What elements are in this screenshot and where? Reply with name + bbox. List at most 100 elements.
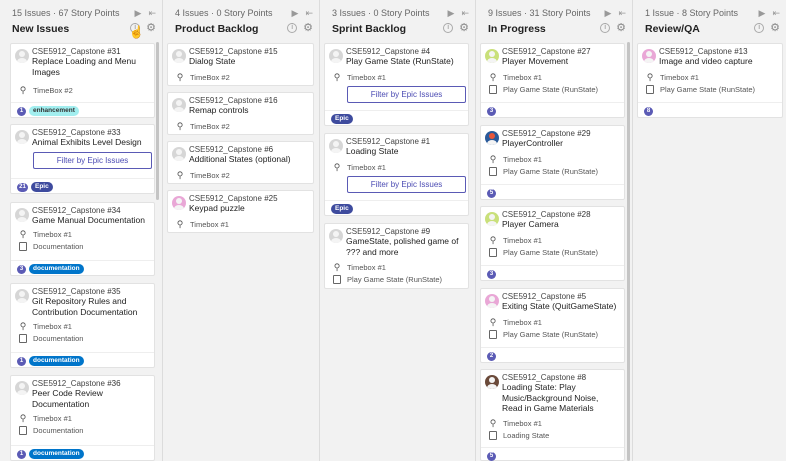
label-documentation[interactable]: documentation <box>29 264 84 274</box>
issue-number[interactable]: #31 <box>107 47 120 56</box>
issue-number[interactable]: #13 <box>734 47 747 56</box>
epic-name[interactable]: Documentation <box>33 426 83 435</box>
epic-name[interactable]: Play Game State (RunState) <box>503 85 598 94</box>
issue-card[interactable]: CSE5912_Capstone #1 Loading State ⚲ Timeb… <box>324 133 469 216</box>
epic-name[interactable]: Play Game State (RunState) <box>503 330 598 339</box>
issue-card[interactable]: CSE5912_Capstone #5 Exiting State (QuitG… <box>480 288 625 363</box>
issue-card[interactable]: CSE5912_Capstone #27 Player Movement ⚲ Ti… <box>480 43 625 118</box>
issue-title[interactable]: Game Manual Documentation <box>32 215 150 226</box>
issue-card[interactable]: CSE5912_Capstone #28 Player Camera ⚲ Time… <box>480 206 625 281</box>
issue-number[interactable]: #8 <box>577 373 586 382</box>
issue-card[interactable]: CSE5912_Capstone #13 Image and video cap… <box>637 43 783 118</box>
gear-icon[interactable]: ⚙ <box>146 23 156 34</box>
issue-title[interactable]: Replace Loading and Menu Images <box>32 56 150 77</box>
issue-number[interactable]: #5 <box>577 292 586 301</box>
label-epic[interactable]: Epic <box>31 182 53 192</box>
issue-card[interactable]: CSE5912_Capstone #29 PlayerController ⚲ T… <box>480 125 625 200</box>
issue-title[interactable]: Additional States (optional) <box>189 154 309 165</box>
issue-card[interactable]: CSE5912_Capstone #16 Remap controls ⚲ Tim… <box>167 92 314 135</box>
issue-card[interactable]: CSE5912_Capstone #9 GameState, polished … <box>324 223 469 289</box>
gear-icon[interactable]: ⚙ <box>616 23 626 34</box>
epic-name[interactable]: Play Game State (RunState) <box>347 275 442 284</box>
milestone: Timebox #1 <box>660 73 699 82</box>
issue-number[interactable]: #6 <box>264 145 273 154</box>
issue-title[interactable]: Keypad puzzle <box>189 203 309 214</box>
epic-name[interactable]: Play Game State (RunState) <box>503 167 598 176</box>
issue-card[interactable]: CSE5912_Capstone #6 Additional States (o… <box>167 141 314 184</box>
issue-number[interactable]: #15 <box>264 47 277 56</box>
issue-card[interactable]: CSE5912_Capstone #8 Loading State: Play … <box>480 369 625 461</box>
move-right-icon[interactable]: ▶ <box>292 8 299 18</box>
issue-title[interactable]: Loading State <box>346 146 464 157</box>
issue-title[interactable]: Image and video capture <box>659 56 778 67</box>
filter-by-epic-button[interactable]: Filter by Epic Issues <box>347 86 466 103</box>
epic-name[interactable]: Play Game State (RunState) <box>503 248 598 257</box>
issue-card[interactable]: CSE5912_Capstone #34 Game Manual Documen… <box>10 202 155 276</box>
info-icon[interactable]: i <box>600 23 611 33</box>
issue-number[interactable]: #27 <box>577 47 590 56</box>
issue-number[interactable]: #36 <box>107 379 120 388</box>
issue-card[interactable]: CSE5912_Capstone #4 Play Game State (Run… <box>324 43 469 126</box>
gear-icon[interactable]: ⚙ <box>459 23 469 34</box>
issue-number[interactable]: #4 <box>421 47 430 56</box>
issue-title[interactable]: Player Camera <box>502 219 620 230</box>
issue-number[interactable]: #28 <box>577 210 590 219</box>
issue-title[interactable]: Dialog State <box>189 56 309 67</box>
label-epic[interactable]: Epic <box>331 204 353 214</box>
collapse-icon[interactable]: ⇤ <box>618 8 626 18</box>
issue-number[interactable]: #35 <box>107 287 120 296</box>
issue-title[interactable]: Player Movement <box>502 56 620 67</box>
milestone: Timebox #1 <box>347 73 386 82</box>
issue-title[interactable]: GameState, polished game of ??? and more <box>346 236 464 257</box>
label-documentation[interactable]: documentation <box>29 356 84 366</box>
issue-title[interactable]: Animal Exhibits Level Design <box>32 137 150 148</box>
issue-title[interactable]: Peer Code Review Documentation <box>32 388 150 409</box>
info-icon[interactable]: i <box>443 23 454 33</box>
gear-icon[interactable]: ⚙ <box>303 23 313 34</box>
issue-number[interactable]: #16 <box>264 96 277 105</box>
filter-by-epic-button[interactable]: Filter by Epic Issues <box>33 152 152 169</box>
issue-number[interactable]: #9 <box>421 227 430 236</box>
collapse-icon[interactable]: ⇤ <box>461 8 469 18</box>
label-enhancement[interactable]: enhancement <box>29 106 79 116</box>
move-right-icon[interactable]: ▶ <box>605 8 612 18</box>
issue-title[interactable]: Remap controls <box>189 105 309 116</box>
issue-title[interactable]: Git Repository Rules and Contribution Do… <box>32 296 150 317</box>
epic-name[interactable]: Loading State <box>503 431 549 440</box>
scrollbar[interactable] <box>156 42 159 200</box>
issue-card[interactable]: CSE5912_Capstone #25 Keypad puzzle ⚲ Time… <box>167 190 314 233</box>
issue-card[interactable]: CSE5912_Capstone #33 Animal Exhibits Lev… <box>10 124 155 194</box>
epic-name[interactable]: Documentation <box>33 334 83 343</box>
info-icon[interactable]: i <box>287 23 298 33</box>
label-documentation[interactable]: documentation <box>29 449 84 459</box>
issue-number[interactable]: #1 <box>421 137 430 146</box>
filter-by-epic-button[interactable]: Filter by Epic Issues <box>347 176 466 193</box>
move-right-icon[interactable]: ▶ <box>135 8 142 18</box>
issue-number[interactable]: #34 <box>107 206 120 215</box>
collapse-icon[interactable]: ⇤ <box>305 8 313 18</box>
issue-title[interactable]: Loading State: Play Music/Background Noi… <box>502 382 620 414</box>
issue-card[interactable]: CSE5912_Capstone #31 Replace Loading and… <box>10 43 155 118</box>
collapse-icon[interactable]: ⇤ <box>148 8 156 18</box>
issue-title[interactable]: PlayerController <box>502 138 620 149</box>
issue-card[interactable]: CSE5912_Capstone #36 Peer Code Review Do… <box>10 375 155 461</box>
move-right-icon[interactable]: ▶ <box>448 8 455 18</box>
issue-title[interactable]: Exiting State (QuitGameState) <box>502 301 620 312</box>
issue-number[interactable]: #29 <box>577 129 590 138</box>
scrollbar[interactable] <box>627 42 630 461</box>
move-right-icon[interactable]: ▶ <box>759 8 766 18</box>
milestone: Timebox #1 <box>190 220 229 229</box>
issue-number[interactable]: #33 <box>107 128 120 137</box>
milestone-icon: ⚲ <box>19 85 27 95</box>
gear-icon[interactable]: ⚙ <box>770 23 780 34</box>
issue-card[interactable]: CSE5912_Capstone #35 Git Repository Rule… <box>10 283 155 368</box>
info-icon[interactable]: i <box>754 23 765 33</box>
issue-card[interactable]: CSE5912_Capstone #15 Dialog State ⚲ TimeB… <box>167 43 314 86</box>
label-epic[interactable]: Epic <box>331 114 353 124</box>
collapse-icon[interactable]: ⇤ <box>772 8 780 18</box>
epic-name[interactable]: Play Game State (RunState) <box>660 85 755 94</box>
epic-name[interactable]: Documentation <box>33 242 83 251</box>
issue-title[interactable]: Play Game State (RunState) <box>346 56 464 67</box>
epic-icon <box>489 167 497 176</box>
issue-number[interactable]: #25 <box>264 194 277 203</box>
